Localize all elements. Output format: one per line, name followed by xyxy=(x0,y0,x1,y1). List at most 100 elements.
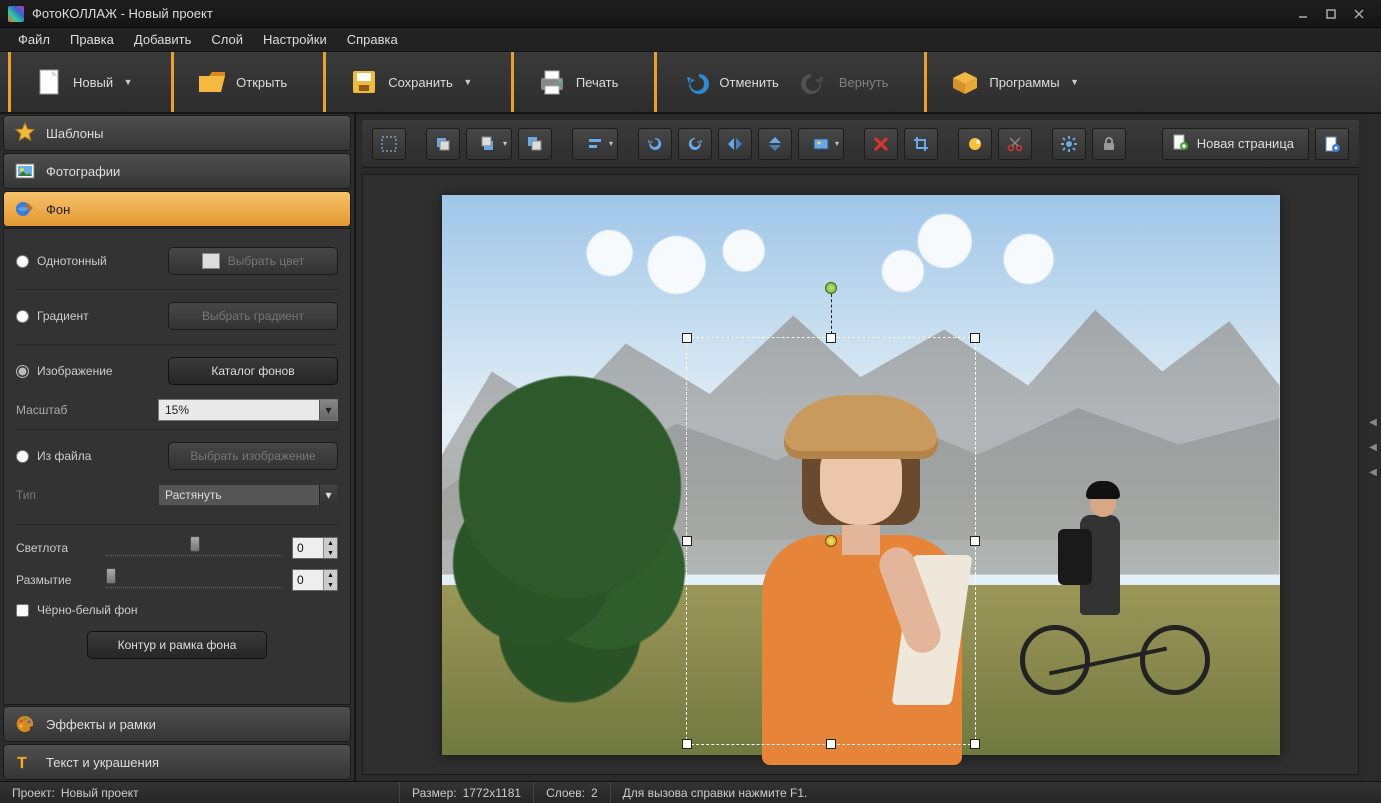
scale-select[interactable]: 15%▾ xyxy=(158,399,338,421)
menu-layer[interactable]: Слой xyxy=(201,29,253,50)
lock-button[interactable] xyxy=(1092,128,1126,160)
size-label: Размер: xyxy=(412,786,457,800)
close-button[interactable] xyxy=(1345,4,1373,24)
resize-handle[interactable] xyxy=(826,333,836,343)
status-bar: Проект: Новый проект Размер: 1772x1181 С… xyxy=(0,781,1381,803)
palette-icon xyxy=(14,713,36,735)
tab-photos[interactable]: Фотографии xyxy=(3,153,351,189)
rotate-right-button[interactable] xyxy=(678,128,712,160)
resize-handle[interactable] xyxy=(682,536,692,546)
chevron-down-icon: ▾ xyxy=(319,485,337,505)
resize-handle[interactable] xyxy=(826,739,836,749)
radio-solid[interactable]: Однотонный xyxy=(16,254,107,268)
save-button[interactable]: Сохранить ▼ xyxy=(338,60,485,104)
type-label: Тип xyxy=(16,488,36,502)
print-button[interactable]: Печать xyxy=(526,60,629,104)
project-name: Новый проект xyxy=(61,786,139,800)
tab-background[interactable]: Фон xyxy=(3,191,351,227)
choose-color-button[interactable]: Выбрать цвет xyxy=(168,247,338,275)
canvas-toolbar: Новая страница xyxy=(362,120,1359,168)
radio-from-file[interactable]: Из файла xyxy=(16,449,91,463)
bring-front-button[interactable] xyxy=(426,128,460,160)
layer-up-button[interactable] xyxy=(466,128,512,160)
blur-label: Размытие xyxy=(16,573,96,587)
undo-button[interactable]: Отменить xyxy=(669,60,788,104)
center-handle[interactable] xyxy=(825,535,837,547)
flip-horizontal-button[interactable] xyxy=(718,128,752,160)
box-icon xyxy=(949,66,981,98)
page-settings-button[interactable] xyxy=(1315,128,1349,160)
layer-down-button[interactable] xyxy=(518,128,552,160)
programs-button[interactable]: Программы ▼ xyxy=(939,60,1091,104)
blur-slider[interactable] xyxy=(106,572,282,588)
rotate-left-button[interactable] xyxy=(638,128,672,160)
maximize-button[interactable] xyxy=(1317,4,1345,24)
cut-button[interactable] xyxy=(998,128,1032,160)
delete-button[interactable] xyxy=(864,128,898,160)
caret-left-icon: ◀ xyxy=(1369,442,1377,453)
folder-open-icon xyxy=(196,66,228,98)
align-button[interactable] xyxy=(572,128,618,160)
resize-handle[interactable] xyxy=(682,739,692,749)
select-all-button[interactable] xyxy=(372,128,406,160)
menu-settings[interactable]: Настройки xyxy=(253,29,337,50)
resize-handle[interactable] xyxy=(970,739,980,749)
new-page-button[interactable]: Новая страница xyxy=(1162,128,1309,160)
crop-button[interactable] xyxy=(904,128,938,160)
radio-gradient[interactable]: Градиент xyxy=(16,309,89,323)
chevron-down-icon[interactable]: ▼ xyxy=(1068,77,1082,87)
color-adjust-button[interactable] xyxy=(958,128,992,160)
choose-image-button[interactable]: Выбрать изображение xyxy=(168,442,338,470)
size-value: 1772x1181 xyxy=(463,786,522,800)
project-label: Проект: xyxy=(12,786,55,800)
layers-value: 2 xyxy=(591,786,598,800)
side-panel: Шаблоны Фотографии Фон Однотонный Выбрат… xyxy=(0,114,356,781)
brightness-input[interactable]: 0▲▼ xyxy=(292,537,338,559)
settings-button[interactable] xyxy=(1052,128,1086,160)
type-select: Растянуть▾ xyxy=(158,484,338,506)
tab-text[interactable]: T Текст и украшения xyxy=(3,744,351,780)
globe-brush-icon xyxy=(14,198,36,220)
chevron-down-icon[interactable]: ▼ xyxy=(461,77,475,87)
redo-icon xyxy=(799,66,831,98)
menu-file[interactable]: Файл xyxy=(8,29,60,50)
resize-handle[interactable] xyxy=(970,333,980,343)
spin-down-icon: ▼ xyxy=(323,548,337,558)
rotate-handle[interactable] xyxy=(825,282,837,294)
open-button[interactable]: Открыть xyxy=(186,60,297,104)
menu-help[interactable]: Справка xyxy=(337,29,408,50)
title-bar: ФотоКОЛЛАЖ - Новый проект xyxy=(0,0,1381,28)
new-button[interactable]: Новый ▼ xyxy=(23,60,145,104)
contour-button[interactable]: Контур и рамка фона xyxy=(87,631,267,659)
brightness-slider[interactable] xyxy=(106,540,282,556)
resize-handle[interactable] xyxy=(682,333,692,343)
right-collapser[interactable]: ◀ ◀ ◀ xyxy=(1365,114,1381,781)
main-toolbar: Новый ▼ Открыть Сохранить ▼ Печать Отмен… xyxy=(0,52,1381,114)
menu-edit[interactable]: Правка xyxy=(60,29,124,50)
tab-templates[interactable]: Шаблоны xyxy=(3,115,351,151)
menu-bar: Файл Правка Добавить Слой Настройки Спра… xyxy=(0,28,1381,52)
resize-handle[interactable] xyxy=(970,536,980,546)
fit-button[interactable] xyxy=(798,128,844,160)
blur-input[interactable]: 0▲▼ xyxy=(292,569,338,591)
bw-checkbox[interactable]: Чёрно-белый фон xyxy=(16,603,338,617)
spin-down-icon: ▼ xyxy=(323,580,337,590)
spin-up-icon: ▲ xyxy=(323,570,337,580)
printer-icon xyxy=(536,66,568,98)
selection-box[interactable] xyxy=(686,337,976,745)
minimize-button[interactable] xyxy=(1289,4,1317,24)
redo-button[interactable]: Вернуть xyxy=(789,60,899,104)
chevron-down-icon[interactable]: ▼ xyxy=(121,77,135,87)
color-swatch-icon xyxy=(202,253,220,269)
tab-effects[interactable]: Эффекты и рамки xyxy=(3,706,351,742)
flip-vertical-button[interactable] xyxy=(758,128,792,160)
radio-image[interactable]: Изображение xyxy=(16,364,113,378)
decor-cyclist xyxy=(1020,415,1210,695)
canvas[interactable] xyxy=(442,195,1280,755)
caret-left-icon: ◀ xyxy=(1369,417,1377,428)
background-panel: Однотонный Выбрать цвет Градиент Выбрать… xyxy=(3,228,351,705)
canvas-viewport[interactable] xyxy=(362,174,1359,775)
menu-add[interactable]: Добавить xyxy=(124,29,201,50)
choose-gradient-button[interactable]: Выбрать градиент xyxy=(168,302,338,330)
catalog-button[interactable]: Каталог фонов xyxy=(168,357,338,385)
